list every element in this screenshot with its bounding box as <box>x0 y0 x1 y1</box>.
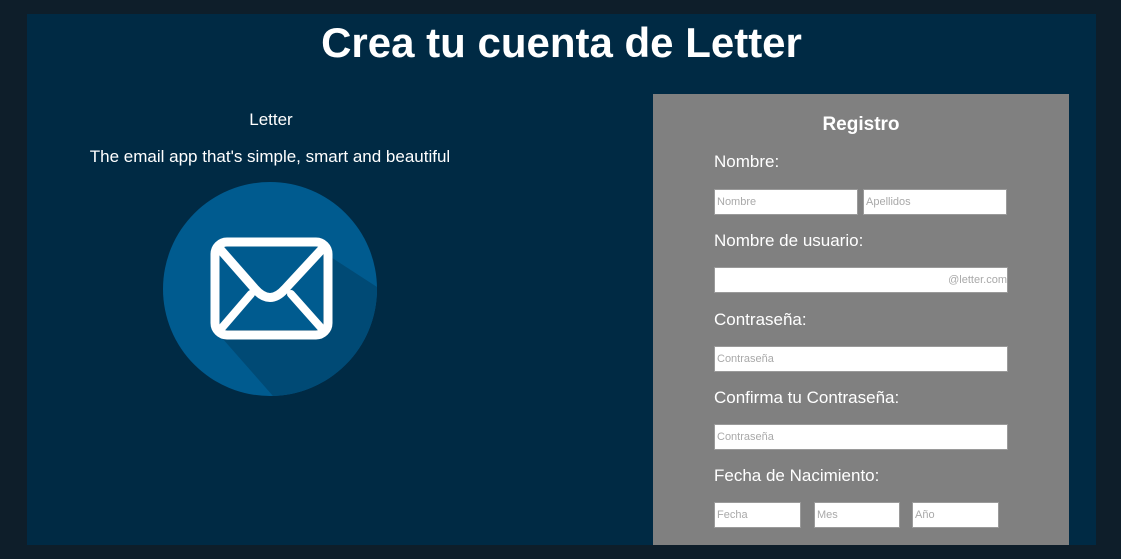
username-field-group: @letter.com <box>714 267 1008 293</box>
birthdate-label: Fecha de Nacimiento: <box>714 466 880 485</box>
username-label: Nombre de usuario: <box>714 231 864 250</box>
name-label: Nombre: <box>714 152 780 171</box>
birth-month-input[interactable] <box>814 502 900 528</box>
confirm-password-input[interactable] <box>714 424 1008 450</box>
registration-panel: Registro Nombre: Nombre de usuario: @let… <box>653 94 1069 545</box>
first-name-input[interactable] <box>714 189 858 215</box>
brand-name: Letter <box>249 110 293 129</box>
password-label: Contraseña: <box>714 310 807 329</box>
page-title: Crea tu cuenta de Letter <box>321 19 802 66</box>
password-input[interactable] <box>714 346 1008 372</box>
birth-year-input[interactable] <box>912 502 999 528</box>
page-container: Crea tu cuenta de Letter Letter The emai… <box>27 14 1096 545</box>
last-name-input[interactable] <box>863 189 1007 215</box>
email-domain-suffix: @letter.com <box>948 274 1007 286</box>
confirm-password-label: Confirma tu Contraseña: <box>714 388 900 407</box>
envelope-icon <box>163 182 377 396</box>
brand-tagline: The email app that's simple, smart and b… <box>89 147 451 166</box>
registration-title: Registro <box>822 114 900 135</box>
birth-day-input[interactable] <box>714 502 801 528</box>
